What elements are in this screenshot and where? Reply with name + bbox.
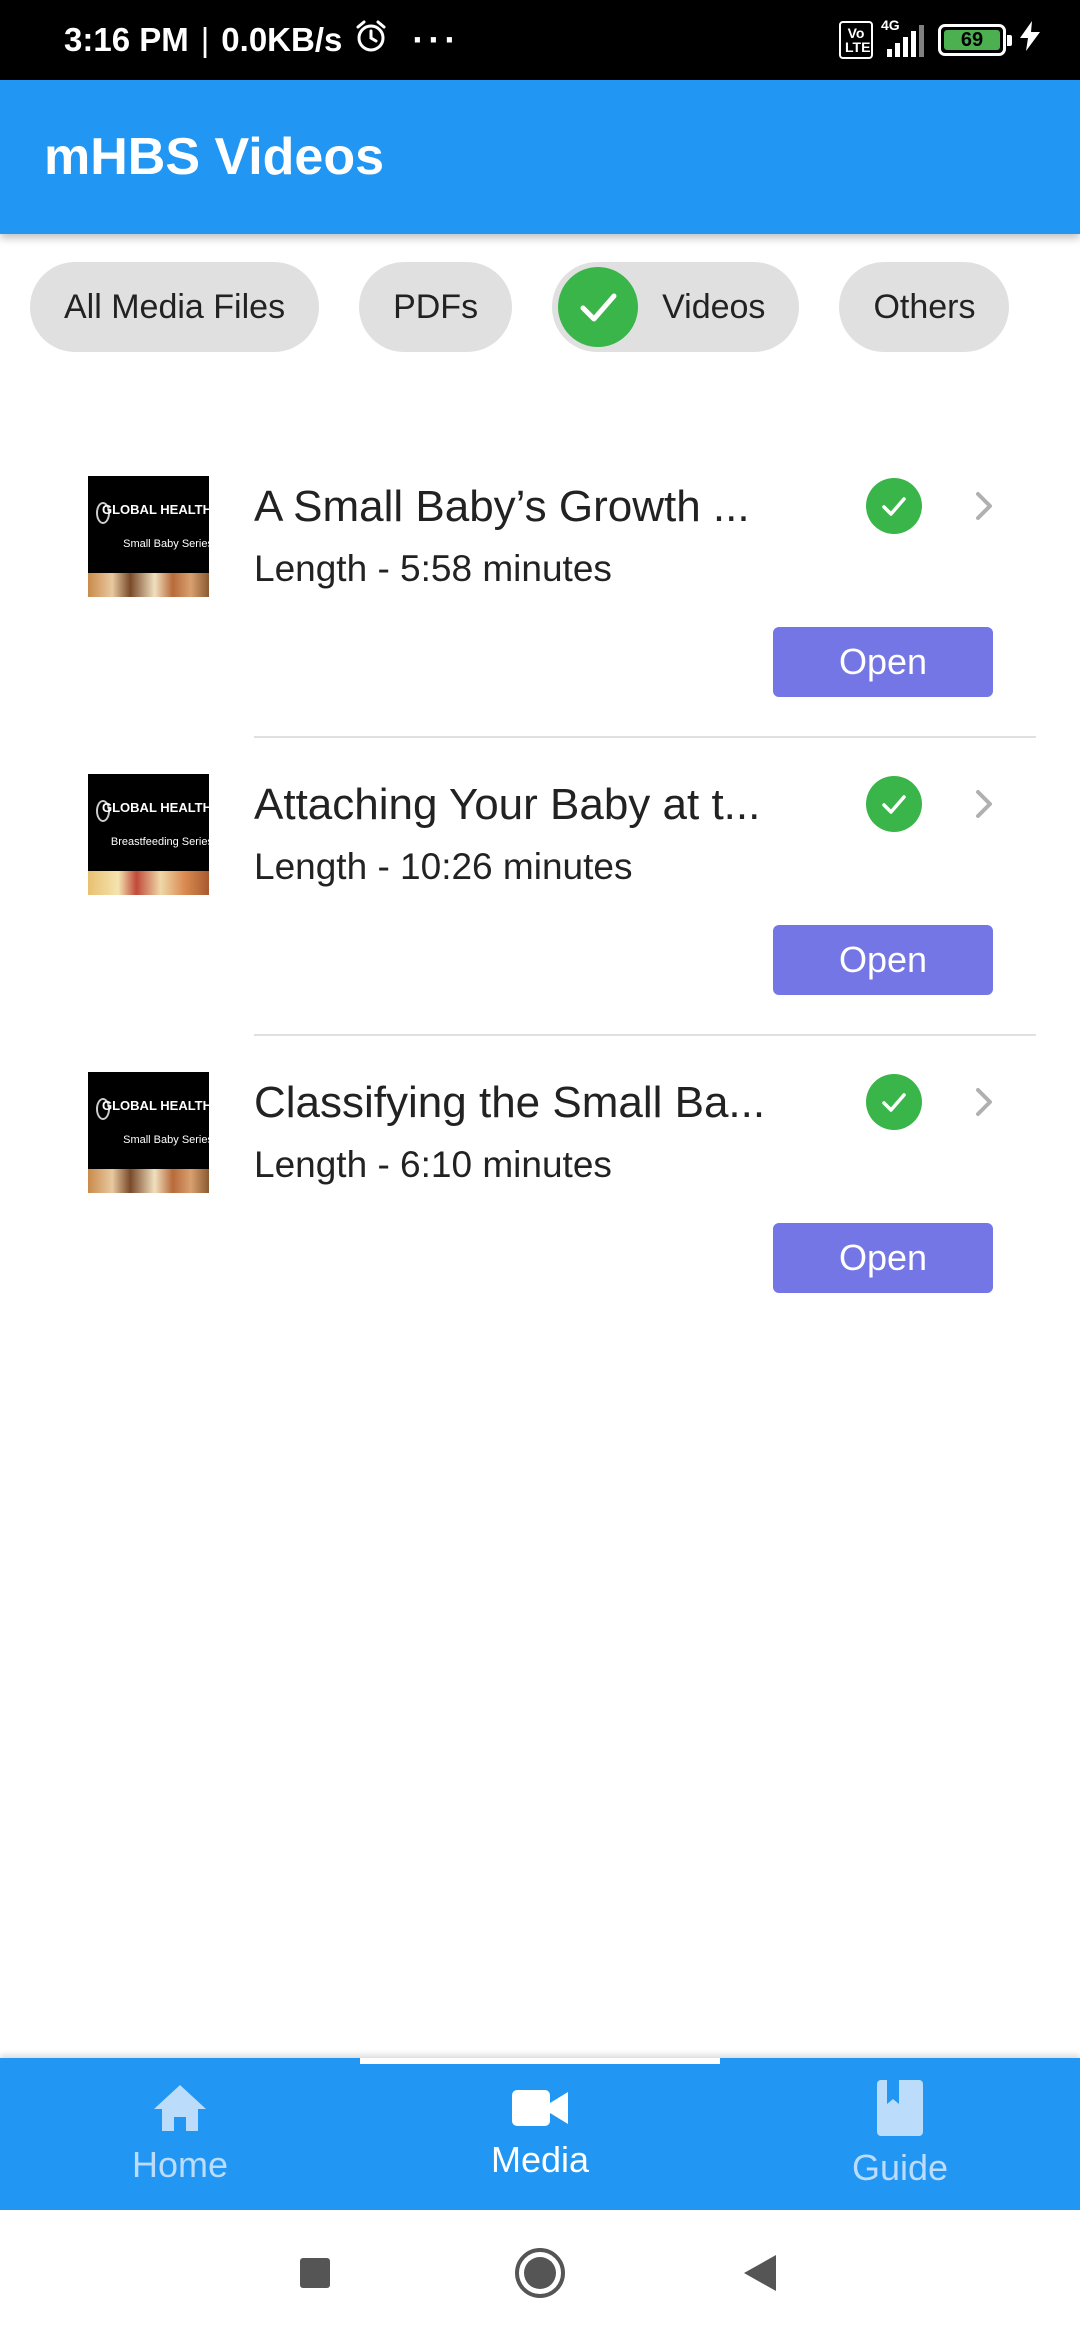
filter-chips: All Media Files PDFs Videos Others bbox=[30, 262, 1010, 352]
chip-others[interactable]: Others bbox=[839, 262, 1010, 352]
status-speed: 0.0KB/s bbox=[221, 21, 343, 58]
back-triangle-icon bbox=[742, 2253, 778, 2298]
downloaded-check-icon bbox=[866, 776, 922, 832]
thumbnail-series: Small Baby Series bbox=[123, 538, 209, 550]
list-item[interactable]: GLOBAL HEALTH MEDIA Small Baby Series A … bbox=[0, 440, 1080, 738]
thumbnail-photo-strip bbox=[88, 1169, 209, 1193]
circle-icon bbox=[513, 2246, 567, 2305]
video-length: Length - 5:58 minutes bbox=[254, 548, 612, 589]
status-right: Vo LTE 4G 69 bbox=[839, 0, 1040, 80]
list-item[interactable]: GLOBAL HEALTH MEDIA Breastfeeding Series… bbox=[0, 738, 1080, 1036]
video-thumbnail: GLOBAL HEALTH MEDIA Breastfeeding Series bbox=[88, 774, 209, 895]
nav-guide[interactable]: Guide bbox=[720, 2058, 1080, 2210]
volte-icon: Vo LTE bbox=[839, 21, 873, 59]
status-separator: | bbox=[200, 21, 210, 58]
thumbnail-title: GLOBAL HEALTH MEDIA bbox=[102, 1098, 209, 1113]
more-notifications-icon: ··· bbox=[412, 19, 461, 60]
home-icon bbox=[152, 2083, 208, 2138]
chip-label: Others bbox=[873, 287, 976, 326]
back-button[interactable] bbox=[700, 2210, 820, 2340]
open-button[interactable]: Open bbox=[773, 1223, 993, 1293]
chip-videos[interactable]: Videos bbox=[552, 262, 800, 352]
nav-label: Home bbox=[131, 2143, 229, 2185]
battery-level: 69 bbox=[944, 30, 1000, 50]
thumbnail-title: GLOBAL HEALTH MEDIA bbox=[102, 800, 209, 815]
list-item[interactable]: GLOBAL HEALTH MEDIA Small Baby Series Cl… bbox=[0, 1036, 1080, 1334]
chip-label: Videos bbox=[662, 287, 766, 326]
thumbnail-series: Breastfeeding Series bbox=[110, 836, 209, 848]
video-title: Attaching Your Baby at t... bbox=[254, 780, 761, 829]
recent-apps-button[interactable] bbox=[255, 2210, 375, 2340]
signal-icon: 4G bbox=[881, 17, 924, 57]
video-title: Classifying the Small Ba... bbox=[254, 1078, 766, 1127]
check-icon bbox=[558, 267, 639, 347]
video-length: Length - 6:10 minutes bbox=[254, 1144, 612, 1185]
chip-all-media-files[interactable]: All Media Files bbox=[30, 262, 320, 352]
bottom-navigation: Home Media Guide bbox=[0, 2058, 1080, 2210]
nav-label: Media bbox=[490, 2138, 590, 2180]
video-camera-icon bbox=[512, 2088, 568, 2133]
nav-label: Guide bbox=[851, 2146, 949, 2188]
video-list: GLOBAL HEALTH MEDIA Small Baby Series A … bbox=[0, 440, 1080, 1334]
chip-label: PDFs bbox=[393, 287, 479, 326]
chevron-right-icon[interactable] bbox=[964, 1082, 1004, 1122]
downloaded-check-icon bbox=[866, 478, 922, 534]
video-length: Length - 10:26 minutes bbox=[254, 846, 633, 887]
status-left: 3:16 PM | 0.0KB/s ··· bbox=[64, 0, 460, 80]
status-bar: 3:16 PM | 0.0KB/s ··· Vo LTE 4G 69 bbox=[0, 0, 1080, 80]
network-type: 4G bbox=[881, 17, 900, 33]
video-thumbnail: GLOBAL HEALTH MEDIA Small Baby Series bbox=[88, 1072, 209, 1193]
thumbnail-photo-strip bbox=[88, 871, 209, 895]
downloaded-check-icon bbox=[866, 1074, 922, 1130]
page-title: mHBS Videos bbox=[44, 128, 385, 186]
video-thumbnail: GLOBAL HEALTH MEDIA Small Baby Series bbox=[88, 476, 209, 597]
chevron-right-icon[interactable] bbox=[964, 486, 1004, 526]
open-button[interactable]: Open bbox=[773, 925, 993, 995]
system-navigation-bar bbox=[0, 2210, 1080, 2340]
chip-label: All Media Files bbox=[64, 287, 286, 326]
battery-icon: 69 bbox=[938, 24, 1012, 56]
thumbnail-title: GLOBAL HEALTH MEDIA bbox=[102, 502, 209, 517]
chevron-right-icon[interactable] bbox=[964, 784, 1004, 824]
app-bar: mHBS Videos bbox=[0, 80, 1080, 234]
nav-home[interactable]: Home bbox=[0, 2058, 360, 2210]
home-button[interactable] bbox=[480, 2210, 600, 2340]
thumbnail-series: Small Baby Series bbox=[123, 1134, 209, 1146]
open-button[interactable]: Open bbox=[773, 627, 993, 697]
thumbnail-photo-strip bbox=[88, 573, 209, 597]
nav-media[interactable]: Media bbox=[360, 2058, 720, 2210]
chip-pdfs[interactable]: PDFs bbox=[359, 262, 513, 352]
charging-icon bbox=[1020, 21, 1040, 59]
alarm-icon bbox=[354, 19, 388, 61]
status-time: 3:16 PM bbox=[64, 21, 189, 58]
book-icon bbox=[877, 2079, 923, 2141]
square-icon bbox=[298, 2256, 332, 2295]
video-title: A Small Baby’s Growth ... bbox=[254, 482, 750, 531]
